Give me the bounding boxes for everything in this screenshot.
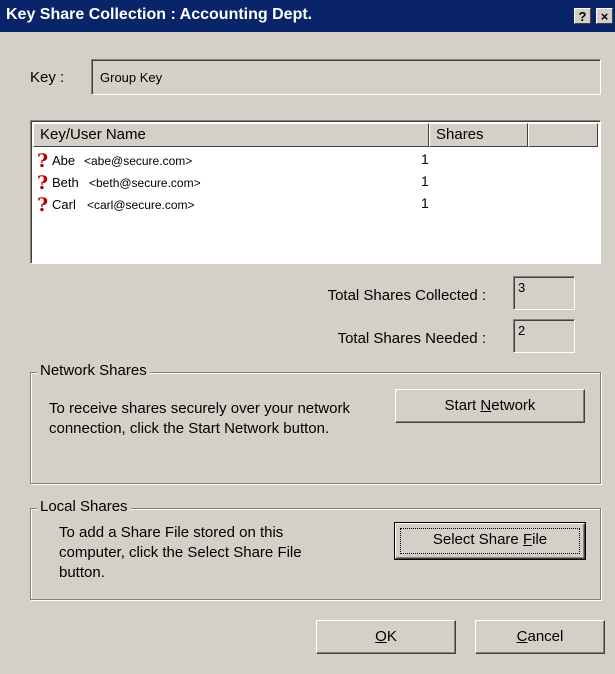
focus-ring [400,528,580,554]
start-network-label-pre: Start [444,397,481,414]
column-header-name[interactable]: Key/User Name [33,123,429,147]
start-network-button[interactable]: Start Network [395,389,585,423]
total-collected-label: Total Shares Collected : [327,287,486,304]
user-shares: 1 [421,151,429,167]
close-icon[interactable]: × [596,8,613,24]
column-header-blank[interactable] [528,123,598,147]
question-icon: ? [37,172,49,194]
key-share-collection-dialog: Key Share Collection : Accounting Dept. … [0,0,615,674]
list-item[interactable]: ? Beth <beth@secure.com> 1 [35,172,595,197]
start-network-label-post: etwork [491,397,536,414]
cancel-label-post: ancel [527,628,564,645]
user-email: <beth@secure.com> [89,176,201,190]
help-icon[interactable]: ? [574,8,591,24]
start-network-mnemonic: N [480,397,492,414]
key-label: Key : [30,69,65,86]
question-icon: ? [37,150,49,172]
window-title: Key Share Collection : Accounting Dept. [6,6,313,23]
question-icon: ? [37,194,49,216]
total-collected-field: 3 [513,276,575,310]
list-item[interactable]: ? Carl <carl@secure.com> 1 [35,194,595,219]
user-name: Beth [52,175,79,190]
user-email: <abe@secure.com> [84,154,193,168]
user-shares: 1 [421,173,429,189]
total-collected-value: 3 [518,280,526,295]
column-header-shares[interactable]: Shares [429,123,528,147]
key-value: Group Key [100,70,163,85]
local-shares-legend: Local Shares [37,498,131,515]
title-bar[interactable]: Key Share Collection : Accounting Dept. … [0,0,615,32]
local-shares-group: Local Shares To add a Share File stored … [30,498,601,600]
total-needed-field: 2 [513,319,575,353]
total-needed-value: 2 [518,323,526,338]
user-email: <carl@secure.com> [87,198,195,212]
key-user-list[interactable]: Key/User Name Shares ? Abe <abe@secure.c… [30,120,601,264]
cancel-mnemonic: C [516,628,528,645]
user-name: Carl [52,197,76,212]
network-shares-legend: Network Shares [37,362,150,379]
list-item[interactable]: ? Abe <abe@secure.com> 1 [35,150,595,175]
ok-mnemonic: O [375,628,387,645]
user-shares: 1 [421,195,429,211]
user-name: Abe [52,153,76,168]
cancel-button[interactable]: Cancel [475,620,605,654]
total-needed-label: Total Shares Needed : [337,330,486,347]
key-field: Group Key [91,59,601,95]
ok-button[interactable]: OK [316,620,456,654]
select-share-file-button[interactable]: Select Share File [394,522,586,560]
network-shares-group: Network Shares To receive shares securel… [30,362,601,484]
local-shares-description: To add a Share File stored on this compu… [59,524,302,581]
network-shares-description: To receive shares securely over your net… [49,400,350,437]
ok-label-post: K [386,628,397,645]
